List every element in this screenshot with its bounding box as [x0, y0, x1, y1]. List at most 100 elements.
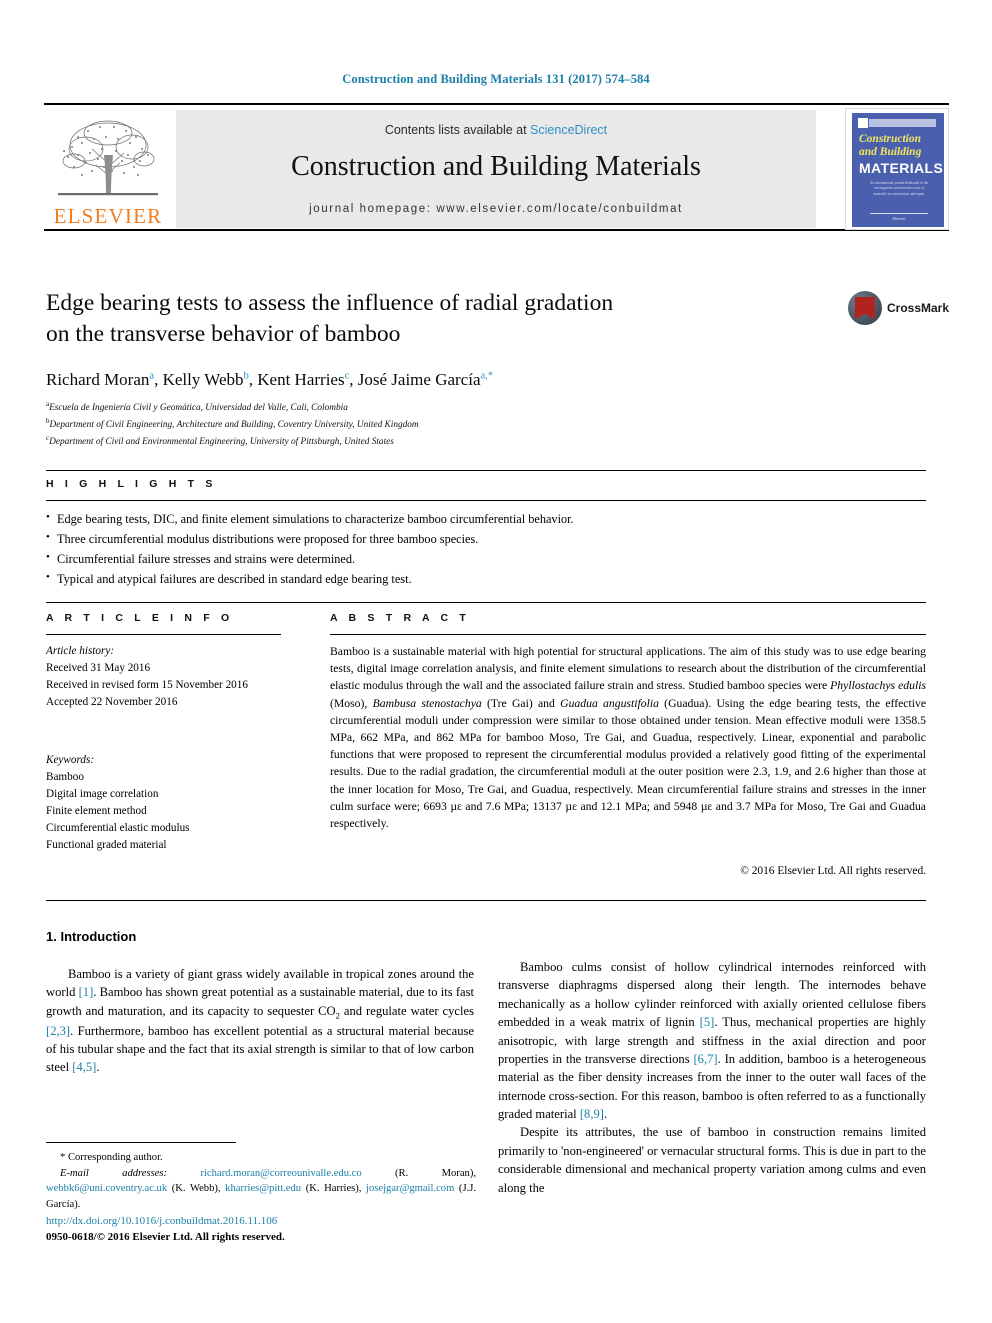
article-info-heading: A R T I C L E I N F O: [46, 612, 234, 624]
publication-footer: http://dx.doi.org/10.1016/j.conbuildmat.…: [46, 1214, 476, 1246]
affiliation-text: Department of Civil Engineering, Archite…: [49, 420, 419, 431]
abstract-copyright: © 2016 Elsevier Ltd. All rights reserved…: [740, 865, 926, 877]
affiliation-item: cDepartment of Civil and Environmental E…: [46, 433, 846, 450]
journal-masthead: ELSEVIER Contents lists available at Sci…: [44, 103, 949, 231]
keyword-item: Digital image correlation: [46, 788, 159, 801]
article-info-top-rule: [46, 602, 926, 603]
highlight-item: Circumferential failure stresses and str…: [46, 549, 926, 570]
citation-ref[interactable]: [5]: [700, 1015, 715, 1029]
highlights-list: Edge bearing tests, DIC, and finite elem…: [46, 509, 926, 590]
abstract-bottom-rule: [46, 900, 926, 901]
citation-ref[interactable]: [2,3]: [46, 1024, 70, 1038]
crossmark-book-shape: [855, 297, 875, 319]
doi-link[interactable]: http://dx.doi.org/10.1016/j.conbuildmat.…: [46, 1214, 476, 1230]
abstract-part: (Tre Gai) and: [481, 696, 561, 710]
paragraph-part: .: [96, 1060, 100, 1075]
cover-title-line1: Construction: [859, 133, 921, 145]
keyword-item: Circumferential elastic modulus: [46, 822, 190, 835]
cover-blurb: An international journal dedicated to th…: [869, 181, 929, 196]
author-affil-mark: a,*: [480, 370, 494, 382]
journal-band: Contents lists available at ScienceDirec…: [176, 110, 816, 228]
cover-publisher-mark: [857, 117, 869, 129]
journal-homepage-line[interactable]: journal homepage: www.elsevier.com/locat…: [176, 203, 816, 215]
paragraph: Despite its attributes, the use of bambo…: [498, 1125, 926, 1195]
contents-prefix: Contents lists available at: [384, 123, 531, 137]
citation-ref[interactable]: [1]: [79, 985, 94, 999]
title-line-2: on the transverse behavior of bamboo: [46, 321, 401, 348]
article-history-item: Received in revised form 15 November 201…: [46, 679, 248, 692]
citation-ref[interactable]: [8,9]: [580, 1107, 604, 1121]
email-label: E-mail addresses:: [60, 1167, 168, 1179]
email-addresses: E-mail addresses: richard.moran@correoun…: [46, 1166, 476, 1213]
affiliation-list: aEscuela de Ingeniería Civil y Geomática…: [46, 399, 846, 450]
paragraph-part: .: [603, 1107, 608, 1121]
species-name: Bambusa stenostachya: [372, 696, 482, 710]
corresponding-author-note: * Corresponding author.: [60, 1152, 163, 1163]
running-head: Construction and Building Materials 131 …: [342, 72, 650, 86]
citation-ref[interactable]: [6,7]: [693, 1052, 717, 1066]
highlight-item: Edge bearing tests, DIC, and finite elem…: [46, 509, 926, 530]
cover-title-line3: MATERIALS: [859, 160, 944, 176]
keyword-item: Finite element method: [46, 805, 147, 818]
cover-title-line2: and Building: [859, 146, 922, 158]
author-name[interactable]: Kent Harries: [257, 370, 344, 389]
affiliation-text: Department of Civil and Environmental En…: [49, 437, 394, 448]
page-title: Edge bearing tests to assess the influen…: [46, 288, 746, 350]
highlights-rule: [46, 500, 926, 501]
affiliation-item: bDepartment of Civil Engineering, Archit…: [46, 416, 846, 433]
elsevier-logo: ELSEVIER: [44, 109, 172, 229]
paragraph: Bamboo culms consist of hollow cylindric…: [498, 958, 926, 1123]
highlight-item: Three circumferential modulus distributi…: [46, 529, 926, 550]
email-link[interactable]: kharries@pitt.edu: [225, 1183, 301, 1194]
author-name[interactable]: Richard Moran: [46, 370, 149, 389]
cover-footer: Elsevier: [892, 216, 906, 221]
contents-line: Contents lists available at ScienceDirec…: [176, 110, 816, 137]
crossmark-badge[interactable]: CrossMark: [848, 288, 949, 328]
paragraph-part: . Furthermore, bamboo has excellent pote…: [46, 1023, 474, 1075]
affiliation-text: Escuela de Ingeniería Civil y Geomática,…: [49, 403, 348, 414]
footnote-rule: [46, 1142, 236, 1143]
email-owner: (K. Webb),: [171, 1183, 221, 1195]
paragraph: Bamboo is a variety of giant grass widel…: [46, 965, 474, 1077]
article-page: Construction and Building Materials 131 …: [0, 0, 992, 1323]
abstract-part: (Moso),: [330, 696, 373, 710]
title-line-1: Edge bearing tests to assess the influen…: [46, 290, 614, 316]
keywords-block: Keywords: Bamboo Digital image correlati…: [46, 752, 281, 854]
author-name[interactable]: Kelly Webb: [163, 370, 244, 389]
abstract-text: Bamboo is a sustainable material with hi…: [330, 643, 926, 832]
journal-title: Construction and Building Materials: [291, 151, 701, 182]
body-column-left: 1. Introduction Bamboo is a variety of g…: [46, 928, 474, 1077]
article-history-item: Received 31 May 2016: [46, 662, 151, 675]
email-owner: (K. Harries),: [305, 1183, 362, 1195]
cover-inner: Construction and Building MATERIALS An i…: [852, 113, 944, 227]
abstract-heading: A B S T R A C T: [330, 612, 470, 624]
email-link[interactable]: webbk6@uni.coventry.ac.uk: [46, 1183, 167, 1194]
sciencedirect-link[interactable]: ScienceDirect: [530, 123, 607, 137]
crossmark-icon: [848, 291, 882, 325]
author-name[interactable]: José Jaime García: [358, 370, 481, 389]
article-history-label: Article history:: [46, 645, 115, 657]
highlights-top-rule: [46, 470, 926, 471]
article-history-item: Accepted 22 November 2016: [46, 696, 178, 709]
journal-cover-thumbnail[interactable]: Construction and Building MATERIALS An i…: [845, 108, 949, 230]
author-affil-mark: b: [243, 370, 249, 382]
elsevier-tree-icon: [58, 120, 158, 196]
species-name: Guadua angustifolia: [560, 696, 659, 710]
section-heading-introduction: 1. Introduction: [46, 929, 137, 944]
elsevier-wordmark: ELSEVIER: [53, 204, 163, 228]
paragraph-part: and regulate water cycles: [339, 1003, 475, 1018]
author-affil-mark: c: [344, 370, 350, 382]
article-history: Article history: Received 31 May 2016 Re…: [46, 643, 281, 711]
body-column-right: Bamboo culms consist of hollow cylindric…: [498, 958, 926, 1197]
issn-copyright-line: 0950-0618/© 2016 Elsevier Ltd. All right…: [46, 1230, 285, 1243]
highlight-item: Typical and atypical failures are descri…: [46, 569, 926, 590]
keyword-item: Bamboo: [46, 771, 84, 784]
email-link[interactable]: josejgar@gmail.com: [366, 1183, 454, 1194]
email-link[interactable]: richard.moran@correounivalle.edu.co: [200, 1168, 361, 1179]
keyword-item: Functional graded material: [46, 839, 167, 852]
article-info-rule: [46, 634, 281, 636]
species-name: Phyllostachys edulis: [830, 679, 926, 693]
citation-ref[interactable]: [4,5]: [72, 1060, 96, 1074]
abstract-part: (Guadua). Using the edge bearing tests, …: [330, 696, 927, 831]
author-affil-mark: a: [149, 370, 155, 382]
